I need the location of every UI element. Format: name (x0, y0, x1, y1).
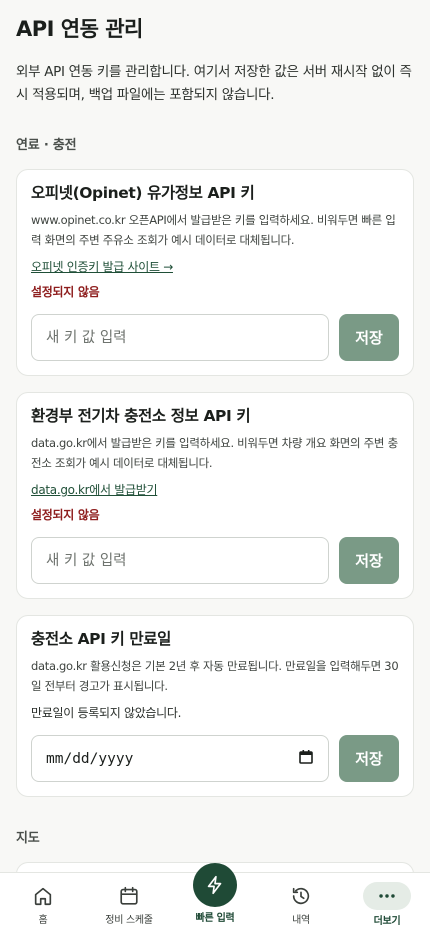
ev-save-button[interactable]: 저장 (339, 537, 399, 584)
more-dots-icon (379, 894, 395, 898)
ev-key-card: 환경부 전기차 충전소 정보 API 키 data.go.kr에서 발급받은 키… (16, 392, 414, 599)
card-title: 충전소 API 키 만료일 (31, 630, 171, 648)
more-pill (363, 882, 411, 910)
nav-more-label: 더보기 (373, 916, 401, 927)
home-icon (34, 887, 52, 906)
status-text: 설정되지 않음 (31, 285, 100, 299)
card-description: www.opinet.co.kr 오픈API에서 발급받은 키를 입력하세요. … (31, 213, 396, 247)
nav-history[interactable]: 내역 (258, 873, 344, 932)
api-settings-page: API 연동 관리 외부 API 연동 키를 관리합니다. 여기서 저장한 값은… (0, 0, 430, 872)
page-description: 외부 API 연동 키를 관리합니다. 여기서 저장한 값은 서버 재시작 없이… (16, 64, 412, 103)
key-input-row: 저장 (31, 537, 399, 584)
opinet-key-input[interactable] (31, 314, 329, 361)
ev-key-input[interactable] (31, 537, 329, 584)
opinet-save-button[interactable]: 저장 (339, 314, 399, 361)
card-title: 오피넷(Opinet) 유가정보 API 키 (31, 184, 255, 202)
nav-schedule[interactable]: 정비 스케줄 (86, 873, 172, 932)
opinet-issue-link[interactable]: 오피넷 인증키 발급 사이트 → (31, 258, 173, 275)
status-text: 설정되지 않음 (31, 508, 100, 522)
nav-home[interactable]: 홈 (0, 873, 86, 932)
nav-schedule-label: 정비 스케줄 (105, 915, 153, 926)
quick-input-fab[interactable] (193, 863, 237, 907)
card-description: data.go.kr에서 발급받은 키를 입력하세요. 비워두면 차량 개요 화… (31, 436, 398, 470)
expiry-save-button[interactable]: 저장 (339, 735, 399, 782)
fuel-cards: 오피넷(Opinet) 유가정보 API 키 www.opinet.co.kr … (16, 169, 414, 797)
nav-quick-label: 빠른 입력 (195, 913, 235, 924)
history-icon (292, 887, 310, 905)
expiry-date-input[interactable]: mm/dd/yyyy (31, 735, 329, 782)
expiry-info-text: 만료일이 등록되지 않았습니다. (31, 706, 182, 720)
date-placeholder: mm/dd/yyyy (46, 750, 134, 767)
calendar-icon[interactable] (298, 749, 314, 769)
nav-quick-input[interactable]: 빠른 입력 (172, 863, 258, 932)
card-title: 환경부 전기차 충전소 정보 API 키 (31, 407, 251, 425)
section-title-fuel: 연료 · 충전 (16, 138, 77, 153)
card-description: data.go.kr 활용신청은 기본 2년 후 자동 만료됩니다. 만료일을 … (31, 659, 399, 693)
nav-more[interactable]: 더보기 (344, 873, 430, 932)
section-title-map: 지도 (16, 831, 40, 846)
nav-home-label: 홈 (38, 915, 48, 926)
date-input-row: mm/dd/yyyy 저장 (31, 735, 399, 782)
opinet-key-card: 오피넷(Opinet) 유가정보 API 키 www.opinet.co.kr … (16, 169, 414, 376)
page-title: API 연동 관리 (16, 17, 143, 41)
key-input-row: 저장 (31, 314, 399, 361)
calendar-icon (120, 886, 138, 905)
lightning-icon (207, 875, 222, 895)
ev-issue-link[interactable]: data.go.kr에서 발급받기 (31, 481, 158, 498)
nav-history-label: 내역 (292, 915, 310, 926)
expiry-card: 충전소 API 키 만료일 data.go.kr 활용신청은 기본 2년 후 자… (16, 615, 414, 797)
bottom-nav: 홈 정비 스케줄 빠른 입력 내역 더보기 (0, 863, 430, 932)
